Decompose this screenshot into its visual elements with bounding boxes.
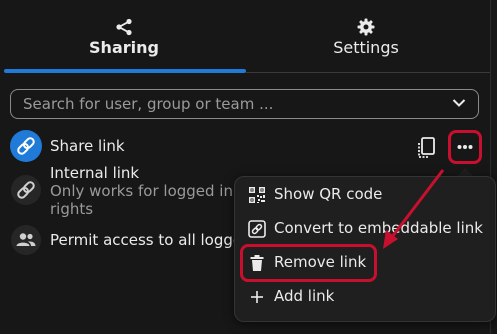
link-icon [11, 175, 41, 205]
internal-link-subtitle-1: Only works for logged in [50, 182, 233, 200]
search-input[interactable] [23, 94, 443, 114]
permit-access-avatar [10, 224, 42, 256]
group-icon [11, 225, 41, 255]
internal-link-subtitle-2: rights [50, 200, 94, 218]
share-link-label: Share link [50, 137, 125, 155]
internal-link-title: Internal link [50, 164, 140, 182]
menu-item-show-qr-code[interactable]: Show QR code [245, 178, 490, 212]
annotation-arrow-icon [383, 169, 445, 249]
permit-access-label: Permit access to all logge [50, 231, 243, 249]
active-tab-indicator [4, 69, 246, 73]
share-link-avatar [10, 130, 42, 162]
share-icon [116, 18, 132, 36]
more-dots-icon [457, 145, 473, 149]
plus-icon [251, 291, 263, 303]
internal-link-avatar [10, 174, 42, 206]
more-actions-button[interactable] [448, 130, 482, 164]
tab-divider [246, 72, 490, 73]
gear-icon [357, 18, 375, 36]
chevron-down-icon[interactable] [452, 98, 466, 108]
embed-link-icon [248, 220, 266, 238]
menu-item-convert-to-embeddable-link[interactable]: Convert to embeddable link [245, 212, 490, 246]
link-icon [17, 137, 35, 155]
copy-icon[interactable] [416, 137, 436, 159]
remove-link-highlight [240, 244, 377, 282]
tab-sharing-label: Sharing [89, 38, 159, 57]
menu-item-label: Show QR code [274, 185, 383, 203]
menu-item-add-link[interactable]: Add link [245, 280, 490, 314]
tab-settings[interactable]: Settings [246, 18, 486, 57]
tab-settings-label: Settings [333, 38, 399, 57]
tab-sharing[interactable]: Sharing [4, 18, 244, 57]
qr-code-icon [249, 187, 265, 203]
search-box[interactable] [10, 89, 479, 119]
menu-item-label: Add link [274, 287, 335, 305]
